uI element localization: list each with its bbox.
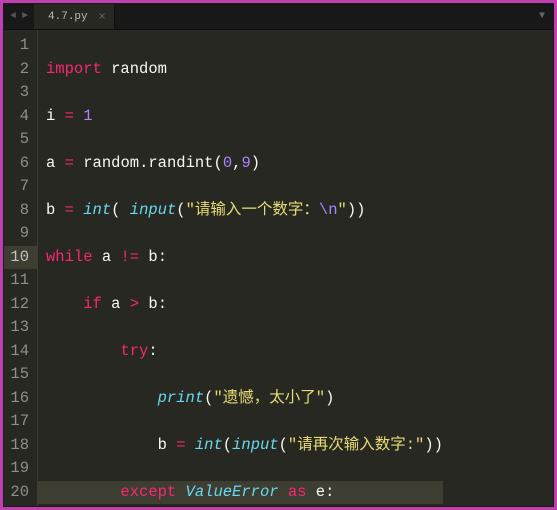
- code-line: if a > b:: [46, 293, 443, 317]
- line-number: 13: [10, 316, 29, 340]
- code-line: b = int(input("请再次输入数字:")): [46, 434, 443, 458]
- line-number: 15: [10, 363, 29, 387]
- line-number-gutter: 1234567891011121314151617181920: [4, 30, 38, 506]
- line-number: 12: [10, 293, 29, 317]
- tab-bar: ◄ ► 4.7.py × ▼: [4, 4, 553, 30]
- line-number: 4: [10, 105, 29, 129]
- code-line: a = random.randint(0,9): [46, 152, 443, 176]
- code-line: print("遗憾，太小了"): [46, 387, 443, 411]
- line-number: 16: [10, 387, 29, 411]
- line-number: 14: [10, 340, 29, 364]
- code-line: b = int( input("请输入一个数字：\n")): [46, 199, 443, 223]
- line-number: 20: [10, 481, 29, 505]
- line-number: 17: [10, 410, 29, 434]
- line-number: 1: [10, 34, 29, 58]
- nav-forward-icon[interactable]: ►: [20, 9, 30, 24]
- line-number: 9: [10, 222, 29, 246]
- nav-arrows: ◄ ►: [4, 9, 34, 24]
- tab-filename: 4.7.py: [48, 11, 88, 23]
- line-number: 11: [10, 269, 29, 293]
- editor-window: ◄ ► 4.7.py × ▼ 1234567891011121314151617…: [3, 3, 554, 507]
- tab-dropdown-icon[interactable]: ▼: [531, 11, 553, 22]
- code-line: while a != b:: [46, 246, 443, 270]
- code-content[interactable]: import random i = 1 a = random.randint(0…: [38, 30, 443, 506]
- line-number: 10: [4, 246, 37, 270]
- line-number: 3: [10, 81, 29, 105]
- code-area: 1234567891011121314151617181920 import r…: [4, 30, 553, 506]
- code-line: try:: [46, 340, 443, 364]
- line-number: 2: [10, 58, 29, 82]
- line-number: 7: [10, 175, 29, 199]
- line-number: 18: [10, 434, 29, 458]
- line-number: 5: [10, 128, 29, 152]
- code-line: import random: [46, 58, 443, 82]
- code-line: i = 1: [46, 105, 443, 129]
- close-icon[interactable]: ×: [98, 10, 105, 24]
- line-number: 8: [10, 199, 29, 223]
- line-number: 19: [10, 457, 29, 481]
- line-number: 6: [10, 152, 29, 176]
- code-line: except ValueError as e:: [38, 481, 443, 505]
- nav-back-icon[interactable]: ◄: [8, 9, 18, 24]
- file-tab[interactable]: 4.7.py ×: [34, 4, 115, 29]
